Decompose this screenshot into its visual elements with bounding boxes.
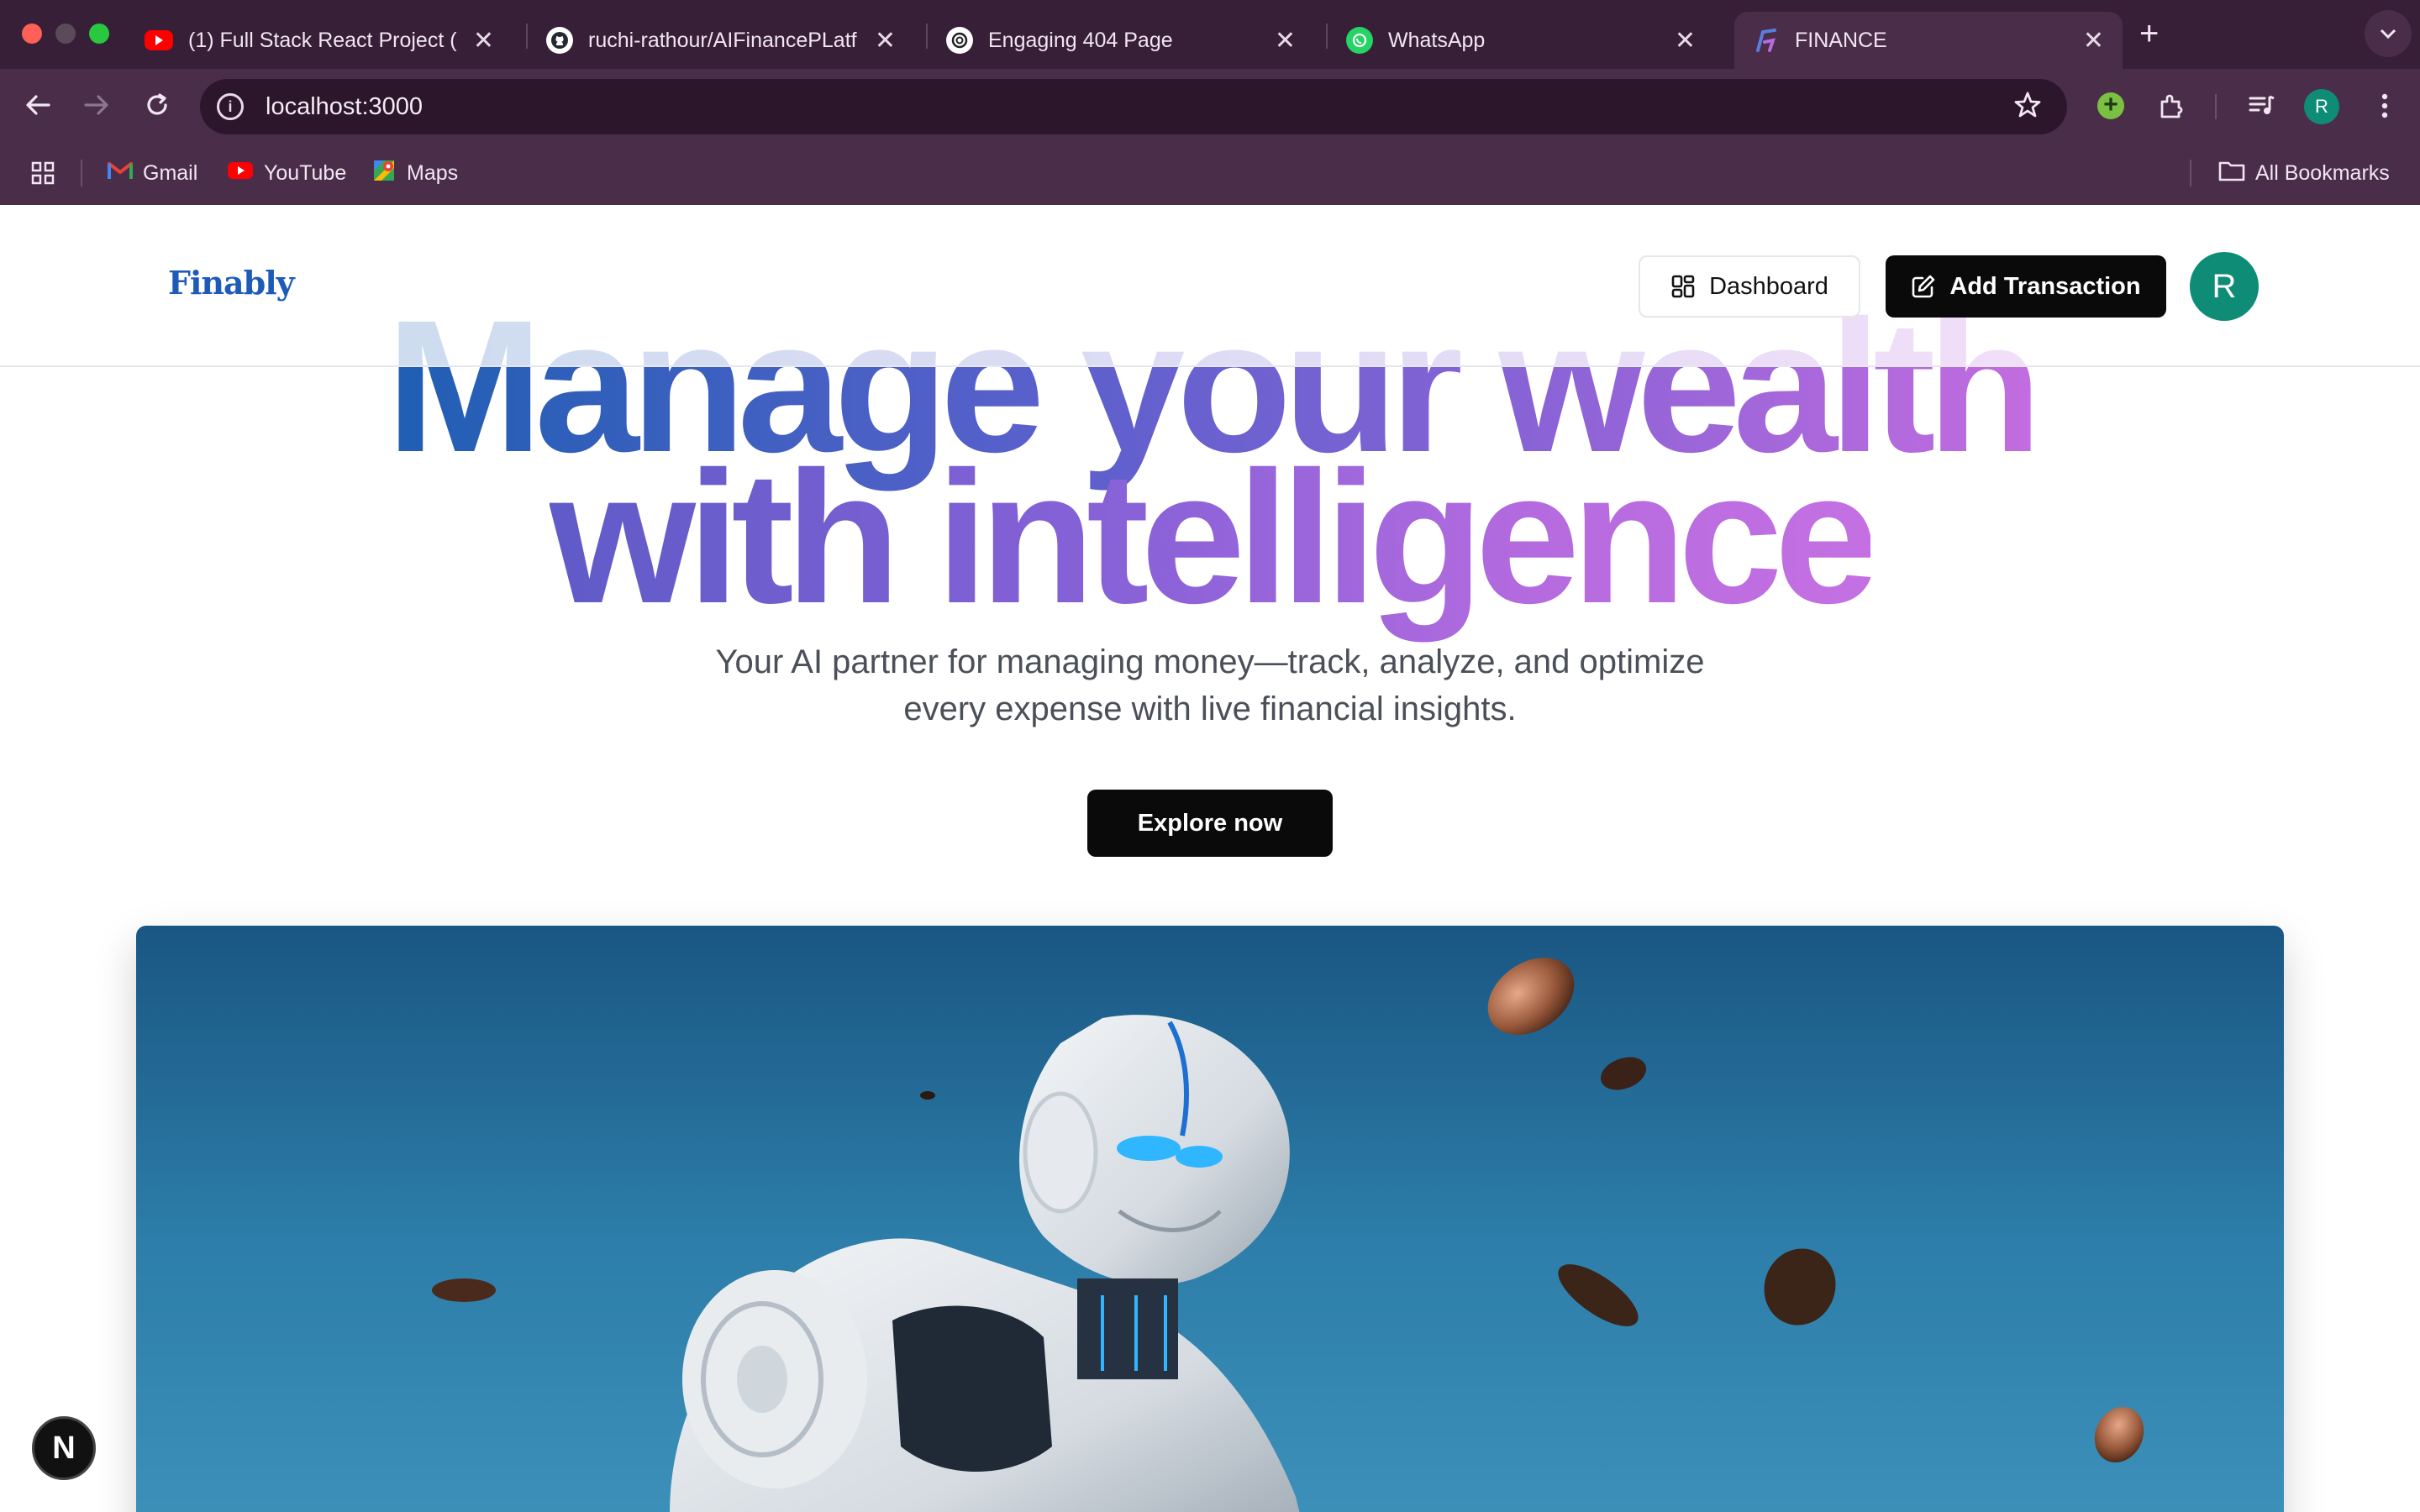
media-controls-icon[interactable] — [2244, 87, 2281, 124]
bookmark-gmail[interactable]: Gmail — [108, 156, 197, 190]
site-header: Finably Dashboard Add Transaction R — [0, 205, 2420, 367]
robot-with-coins-illustration — [432, 958, 2144, 1512]
tab-search-chevron-icon[interactable] — [2365, 10, 2412, 57]
tab-404-page[interactable]: Engaging 404 Page ✕ — [928, 12, 1314, 69]
nextjs-dev-badge[interactable]: N — [32, 1416, 96, 1480]
user-avatar[interactable]: R — [2190, 252, 2259, 321]
bookmarks-divider — [81, 160, 82, 186]
dashboard-button[interactable]: Dashboard — [1639, 255, 1860, 318]
hero-subtitle-line1: Your AI partner for managing money—track… — [715, 643, 1705, 680]
tab-title: (1) Full Stack React Project ( — [188, 28, 457, 52]
close-tab-icon[interactable]: ✕ — [473, 26, 494, 55]
browser-profile-avatar[interactable]: R — [2304, 89, 2339, 124]
tab-whatsapp[interactable]: WhatsApp ✕ — [1328, 12, 1714, 69]
youtube-icon — [145, 30, 173, 50]
bookmark-star-icon[interactable] — [2013, 91, 2042, 127]
bookmark-label: Gmail — [143, 160, 198, 185]
tab-github[interactable]: ruchi-rathour/AIFinancePLatf ✕ — [528, 12, 914, 69]
all-bookmarks-label: All Bookmarks — [2255, 160, 2390, 185]
close-tab-icon[interactable]: ✕ — [1275, 26, 1296, 55]
extension-plus-icon[interactable]: + — [2092, 87, 2129, 124]
kebab-menu-icon[interactable] — [2366, 87, 2403, 124]
forward-arrow-icon[interactable] — [77, 86, 116, 124]
tab-title: WhatsApp — [1388, 28, 1486, 52]
finance-logo-icon — [1753, 27, 1780, 54]
pen-square-icon — [1912, 275, 1935, 298]
bookmark-label: YouTube — [264, 160, 347, 185]
site-info-icon[interactable]: i — [217, 93, 244, 120]
maps-icon — [371, 158, 397, 189]
add-transaction-button[interactable]: Add Transaction — [1886, 255, 2166, 318]
all-bookmarks-folder[interactable]: All Bookmarks — [2218, 156, 2390, 190]
web-page: Manage your wealth with intelligence Fin… — [0, 205, 2420, 1512]
bookmark-label: Maps — [407, 160, 459, 185]
youtube-icon — [227, 160, 254, 186]
reload-icon[interactable] — [138, 86, 176, 124]
address-bar[interactable]: i localhost:3000 — [200, 79, 2067, 134]
tab-youtube[interactable]: (1) Full Stack React Project ( ✕ — [126, 12, 513, 69]
whatsapp-icon — [1346, 27, 1373, 54]
maximize-window-button[interactable] — [89, 24, 109, 44]
bookmark-youtube[interactable]: YouTube — [227, 156, 346, 190]
bookmarks-divider — [2190, 160, 2191, 186]
browser-tabstrip: (1) Full Stack React Project ( ✕ ruchi-r… — [0, 0, 2420, 69]
openai-icon — [946, 27, 973, 54]
close-window-button[interactable] — [22, 24, 42, 44]
dashboard-label: Dashboard — [1709, 272, 1828, 300]
folder-icon — [2218, 160, 2245, 187]
add-transaction-label: Add Transaction — [1949, 272, 2141, 300]
hero-headline-line2: with intelligence — [549, 433, 1879, 643]
close-tab-icon[interactable]: ✕ — [1675, 26, 1696, 55]
github-icon — [546, 27, 573, 54]
tab-title: Engaging 404 Page — [988, 28, 1173, 52]
hero-banner-image — [136, 926, 2284, 1512]
browser-toolbar: i localhost:3000 + R — [0, 69, 2420, 141]
address-url[interactable]: localhost:3000 — [266, 93, 423, 121]
bookmark-maps[interactable]: Maps — [371, 156, 458, 190]
hero-subtitle: Your AI partner for managing money—track… — [622, 638, 1798, 732]
tab-title: ruchi-rathour/AIFinancePLatf — [588, 28, 857, 52]
apps-grid-icon[interactable] — [30, 156, 55, 190]
gmail-icon — [108, 160, 133, 186]
layout-dashboard-icon — [1671, 275, 1695, 298]
explore-now-button[interactable]: Explore now — [1087, 790, 1333, 857]
close-tab-icon[interactable]: ✕ — [875, 26, 896, 55]
back-arrow-icon[interactable] — [18, 86, 57, 124]
hero-subtitle-line2: every expense with live financial insigh… — [903, 690, 1517, 727]
tab-finance[interactable]: FINANCE ✕ — [1734, 12, 2123, 69]
tab-title: FINANCE — [1795, 28, 1887, 52]
toolbar-divider — [2215, 94, 2217, 119]
minimize-window-button[interactable] — [55, 24, 76, 44]
new-tab-icon[interactable]: + — [2139, 15, 2159, 53]
extensions-puzzle-icon[interactable] — [2153, 87, 2190, 124]
close-tab-icon[interactable]: ✕ — [2083, 26, 2104, 55]
bookmarks-bar: Gmail YouTube Maps All Bookmarks — [0, 141, 2420, 205]
site-logo[interactable]: Finably — [168, 264, 295, 302]
